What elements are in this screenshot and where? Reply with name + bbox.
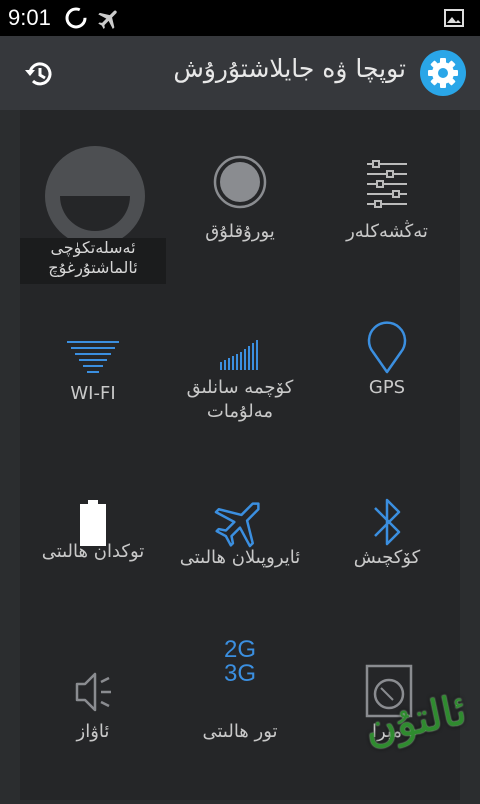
status-bar: 9:01 [0, 0, 480, 36]
tile-label: تەڭشەكلەر [346, 221, 428, 242]
watermark-text: ئالتۇن [360, 684, 471, 754]
status-time: 9:01 [8, 5, 51, 30]
tile-label: WI-FI [70, 383, 116, 404]
tile-label: كۆكچىش [353, 547, 421, 568]
page-title: توپچا ۋە جايلاشتۇرۇش [173, 54, 406, 83]
watermark-logo: ئالتۇن [360, 685, 472, 794]
tile-label: ئەسلەتكۈچى ئالماشتۇرغۇچ [48, 238, 138, 277]
sync-icon [65, 7, 87, 29]
tile-label: توكدان ھالىتى [41, 541, 145, 562]
reset-icon[interactable] [22, 56, 58, 92]
network-2g3g-icon: 2G 3G [200, 638, 280, 718]
tile-label: GPS [368, 377, 406, 398]
tile-battery[interactable]: توكدان ھالىتى [20, 460, 166, 630]
tile-mobile-data[interactable]: كۆچمە سانلىق مەلۇمات [167, 290, 313, 460]
settings-button[interactable] [420, 50, 466, 96]
tile-label: كۆچمە سانلىق مەلۇمات [186, 377, 294, 422]
tile-restore[interactable]: ئەسلەتكۈچى ئالماشتۇرغۇچ [20, 120, 166, 290]
tile-volume[interactable]: ئاۋاز [20, 630, 166, 800]
tile-label: تور ھالىتى [202, 721, 278, 742]
tile-gps[interactable]: GPS [314, 290, 460, 460]
tile-label: ئايروپىلان ھالىتى [179, 547, 301, 568]
network-3g-text: 3G [223, 660, 256, 687]
tile-bluetooth[interactable]: كۆكچىش [314, 460, 460, 630]
tile-network-mode[interactable]: 2G 3G تور ھالىتى [167, 630, 313, 800]
tile-label: ئاۋاز [76, 721, 110, 742]
tile-settings[interactable]: تەڭشەكلەر [314, 120, 460, 290]
gear-icon [428, 58, 458, 88]
airplane-mode-icon [98, 10, 117, 29]
wifi-icon [67, 341, 119, 373]
sliders-icon [367, 160, 407, 208]
tile-brightness[interactable]: يورۇقلۇق [167, 120, 313, 290]
brightness-icon [213, 155, 267, 209]
tile-airplane[interactable]: ئايروپىلان ھالىتى [167, 460, 313, 630]
tile-label: يورۇقلۇق [205, 221, 275, 242]
header: توپچا ۋە جايلاشتۇرۇش [0, 36, 480, 110]
restore-label-overlay: ئەسلەتكۈچى ئالماشتۇرغۇچ [20, 238, 166, 284]
image-icon [444, 9, 464, 27]
tile-wifi[interactable]: WI-FI [20, 290, 166, 460]
network-2g-text: 2G [223, 636, 256, 663]
